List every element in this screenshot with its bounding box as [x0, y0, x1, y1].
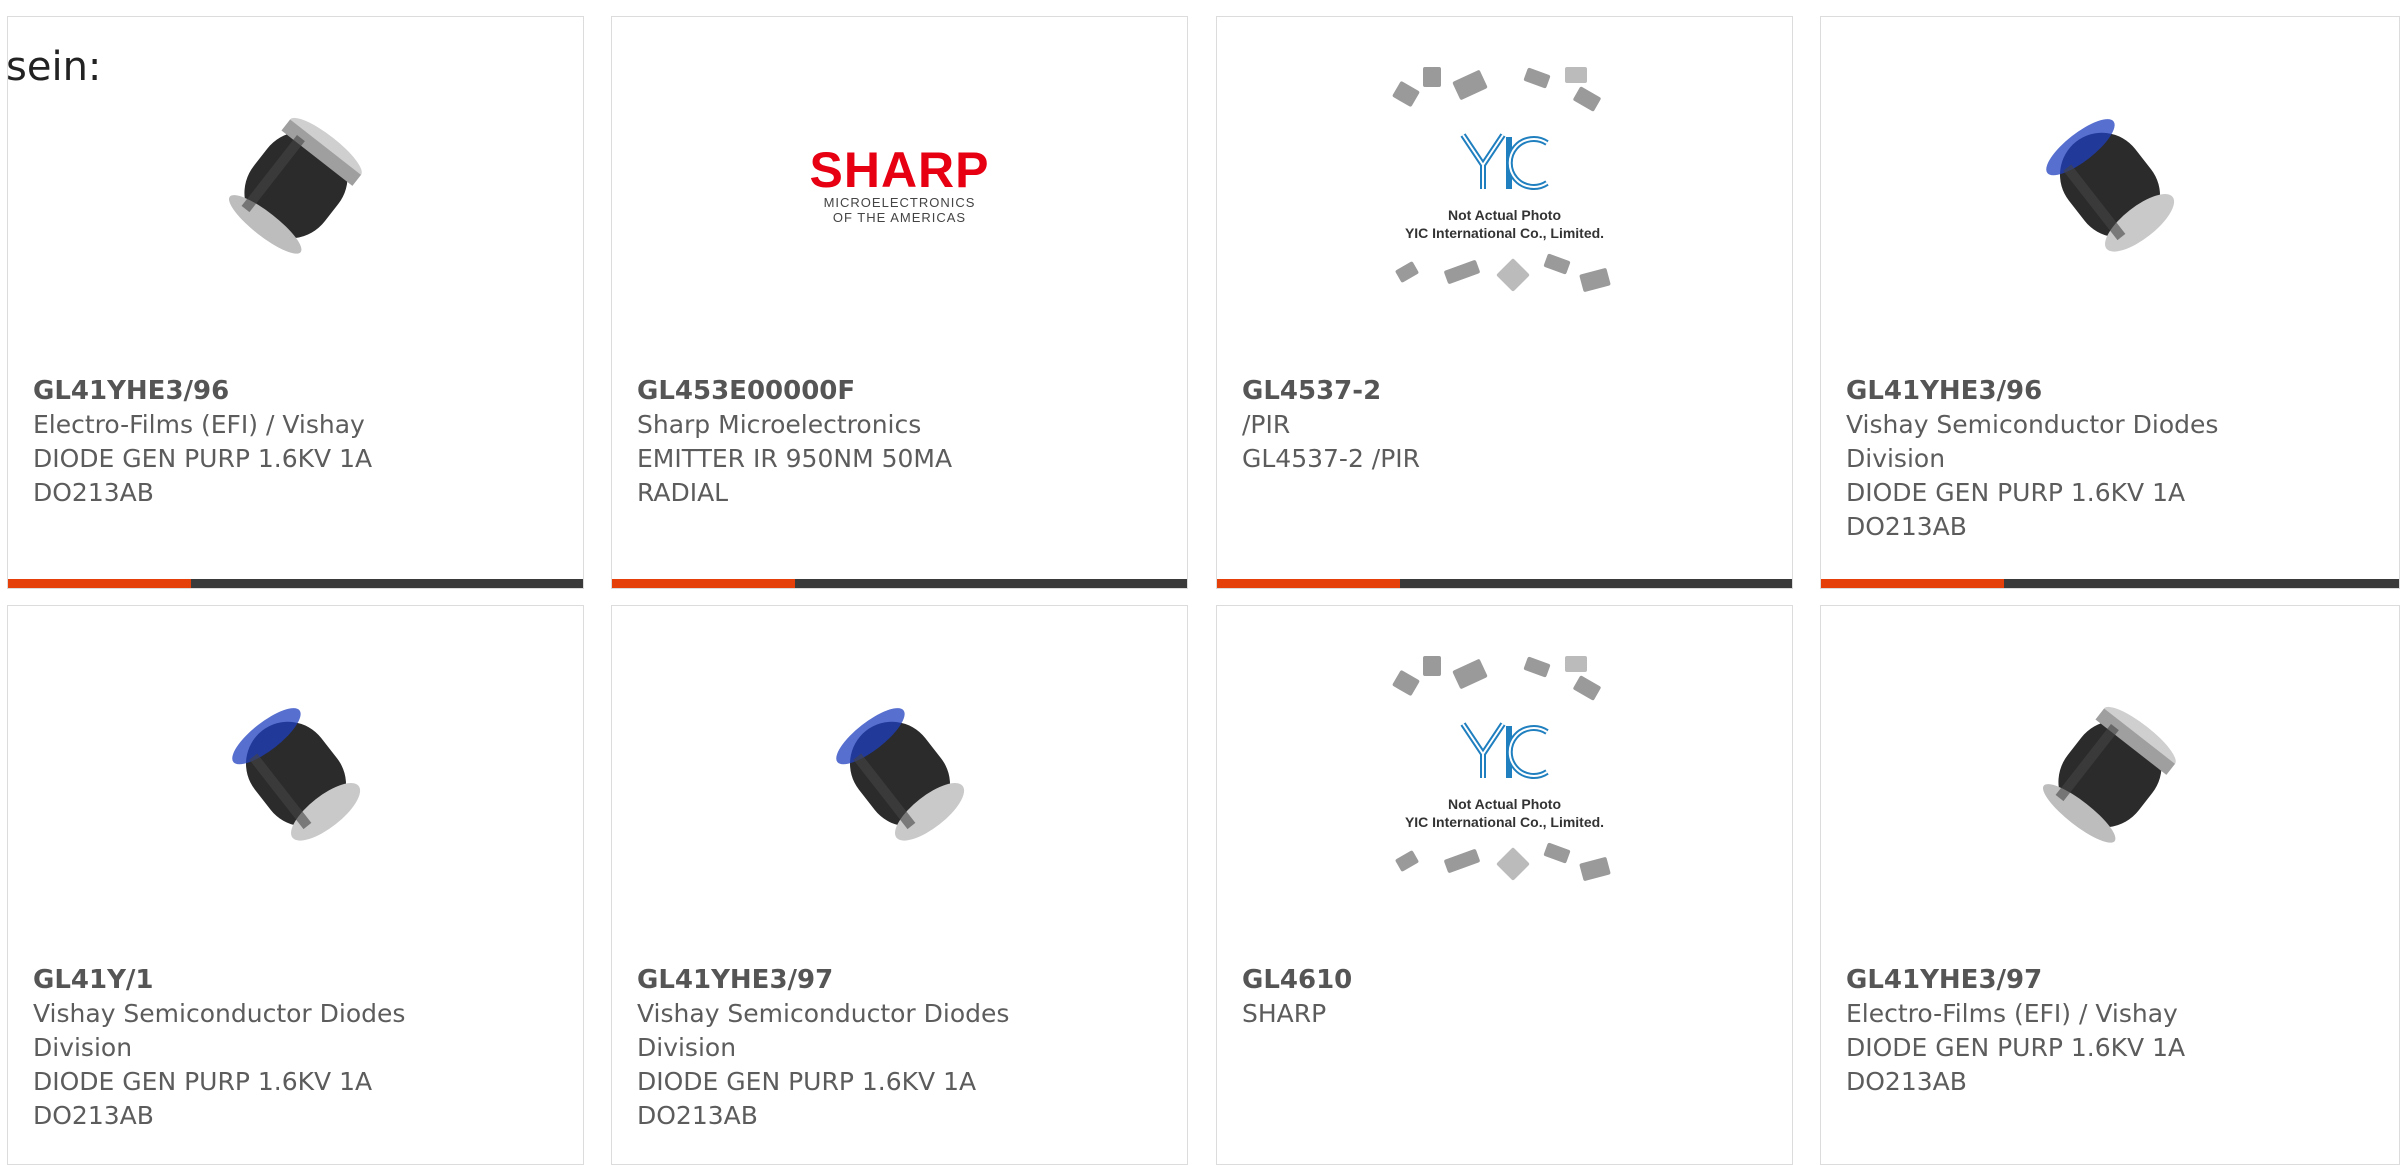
card-line: Division [1846, 444, 1946, 473]
card-line: DO213AB [1846, 512, 1967, 541]
part-number[interactable]: GL41YHE3/96 [33, 374, 563, 408]
diode-melf-icon [835, 708, 964, 841]
product-image[interactable] [2010, 674, 2210, 874]
product-image[interactable]: SHARP MICROELECTRONICS OF THE AMERICAS [800, 85, 1000, 285]
sharp-logo-sub: OF THE AMERICAS [832, 210, 967, 225]
yic-note: Not Actual Photo [1447, 207, 1562, 223]
yic-note: YIC International Co., Limited. [1404, 225, 1605, 241]
sharp-logo-word: SHARP [809, 142, 990, 198]
card-bar-accent [612, 579, 795, 588]
card-line: Vishay Semiconductor Diodes [33, 999, 406, 1028]
product-image[interactable] [2010, 85, 2210, 285]
card-line: Vishay Semiconductor Diodes [1846, 410, 2219, 439]
part-number[interactable]: GL41Y/1 [33, 963, 563, 997]
card-bar-accent [1821, 579, 2004, 588]
product-image[interactable] [196, 85, 396, 285]
diode-melf-icon [228, 117, 362, 254]
product-card[interactable]: Not Actual Photo YIC International Co., … [1216, 605, 1793, 1165]
card-line: RADIAL [637, 478, 729, 507]
card-bar-accent [8, 579, 191, 588]
card-line: DIODE GEN PURP 1.6KV 1A [33, 444, 373, 473]
diode-melf-icon [2042, 706, 2176, 843]
yic-logo-icon [1460, 722, 1549, 779]
yic-note: YIC International Co., Limited. [1404, 814, 1605, 830]
part-number[interactable]: GL4610 [1242, 963, 1772, 997]
product-card[interactable]: Not Actual Photo YIC International Co., … [1216, 16, 1793, 589]
card-bar [612, 579, 1187, 588]
card-line: DO213AB [33, 1101, 154, 1130]
product-image[interactable]: Not Actual Photo YIC International Co., … [1375, 67, 1635, 307]
yic-placeholder: Not Actual Photo YIC International Co., … [1375, 656, 1635, 896]
part-number[interactable]: GL41YHE3/96 [1846, 374, 2379, 408]
card-line: GL4537-2 /PIR [1242, 444, 1421, 473]
product-card[interactable]: GL41Y/1 Vishay Semiconductor Diodes Divi… [7, 605, 584, 1165]
part-number[interactable]: GL41YHE3/97 [637, 963, 1167, 997]
product-card[interactable]: GL41YHE3/97 Vishay Semiconductor Diodes … [611, 605, 1188, 1165]
card-line: /PIR [1242, 410, 1291, 439]
yic-logo-icon [1460, 133, 1549, 190]
product-card[interactable]: GL41YHE3/96 Vishay Semiconductor Diodes … [1820, 16, 2400, 589]
card-line: DO213AB [33, 478, 154, 507]
card-line: EMITTER IR 950NM 50MA [637, 444, 953, 473]
card-line: DIODE GEN PURP 1.6KV 1A [1846, 1033, 2186, 1062]
card-bar [8, 579, 583, 588]
card-bar [1217, 579, 1792, 588]
sharp-logo: SHARP MICROELECTRONICS OF THE AMERICAS [800, 145, 1000, 225]
diode-melf-icon [231, 708, 360, 841]
card-line: DIODE GEN PURP 1.6KV 1A [1846, 478, 2186, 507]
product-image[interactable] [196, 674, 396, 874]
card-bar-accent [1217, 579, 1400, 588]
product-card[interactable]: SHARP MICROELECTRONICS OF THE AMERICAS G… [611, 16, 1188, 589]
card-line: Sharp Microelectronics [637, 410, 922, 439]
card-line: DIODE GEN PURP 1.6KV 1A [33, 1067, 373, 1096]
part-number[interactable]: GL4537-2 [1242, 374, 1772, 408]
product-card[interactable]: GL41YHE3/97 Electro-Films (EFI) / Vishay… [1820, 605, 2400, 1165]
card-line: DO213AB [637, 1101, 758, 1130]
product-card[interactable]: GL41YHE3/96 Electro-Films (EFI) / Vishay… [7, 16, 584, 589]
sharp-logo-sub: MICROELECTRONICS [823, 195, 976, 210]
part-number[interactable]: GL453E00000F [637, 374, 1167, 408]
card-line: Vishay Semiconductor Diodes [637, 999, 1010, 1028]
card-line: DIODE GEN PURP 1.6KV 1A [637, 1067, 977, 1096]
yic-placeholder: Not Actual Photo YIC International Co., … [1375, 67, 1635, 307]
card-line: Division [33, 1033, 133, 1062]
product-image[interactable]: Not Actual Photo YIC International Co., … [1375, 656, 1635, 896]
card-line: Division [637, 1033, 737, 1062]
card-line: Electro-Films (EFI) / Vishay [33, 410, 365, 439]
card-line: Electro-Films (EFI) / Vishay [1846, 999, 2178, 1028]
card-line: DO213AB [1846, 1067, 1967, 1096]
yic-note: Not Actual Photo [1447, 796, 1562, 812]
card-line: SHARP [1242, 999, 1327, 1028]
product-image[interactable] [800, 674, 1000, 874]
lead-text: sein: [6, 44, 102, 90]
diode-melf-icon [2046, 119, 2175, 252]
card-bar [1821, 579, 2399, 588]
part-number[interactable]: GL41YHE3/97 [1846, 963, 2379, 997]
